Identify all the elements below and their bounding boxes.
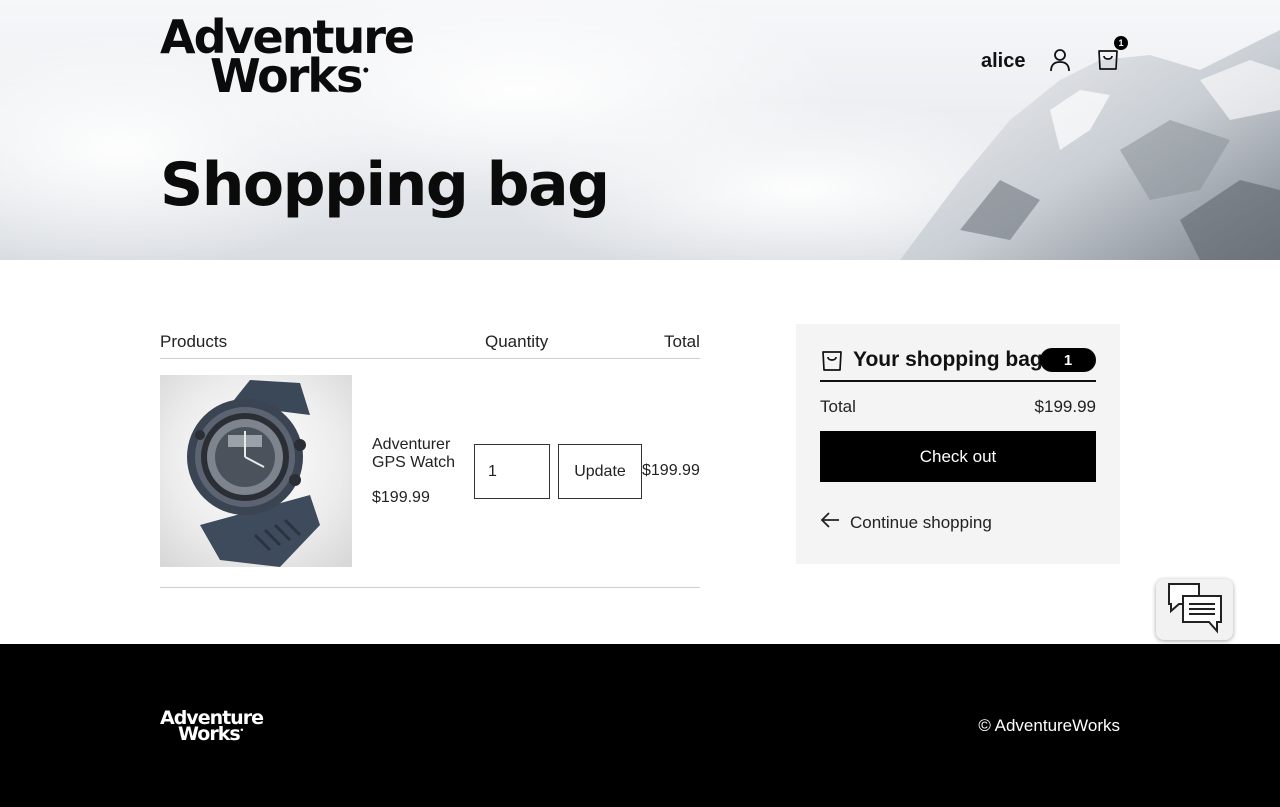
page-title: Shopping bag bbox=[160, 150, 610, 220]
product-name[interactable]: Adventurer GPS Watch bbox=[372, 436, 472, 472]
hero-banner: Adventure Works• alice 1 Shopping bag bbox=[0, 0, 1280, 260]
footer-copyright: © AdventureWorks bbox=[978, 716, 1120, 735]
column-header-products: Products bbox=[160, 332, 228, 351]
column-header-quantity: Quantity bbox=[485, 332, 549, 351]
line-total: $199.99 bbox=[642, 462, 700, 479]
table-divider-top bbox=[160, 358, 700, 359]
summary-divider bbox=[820, 380, 1096, 382]
header-username[interactable]: alice bbox=[981, 50, 1025, 73]
bag-summary-panel: Your shopping bag 1 Total $199.99 Check … bbox=[796, 324, 1120, 564]
user-account-icon[interactable] bbox=[1046, 46, 1074, 74]
continue-shopping-label: Continue shopping bbox=[850, 512, 992, 532]
table-divider-bottom bbox=[160, 587, 700, 588]
summary-total-label: Total bbox=[820, 397, 856, 416]
arrow-left-icon bbox=[820, 512, 840, 533]
checkout-button[interactable]: Check out bbox=[820, 431, 1096, 482]
chat-assistant-button[interactable] bbox=[1156, 579, 1233, 640]
update-quantity-button[interactable]: Update bbox=[558, 444, 642, 499]
brand-logo[interactable]: Adventure Works• bbox=[160, 14, 415, 98]
quantity-input[interactable] bbox=[474, 444, 550, 499]
column-header-total: Total bbox=[664, 332, 700, 351]
continue-shopping-link[interactable]: Continue shopping bbox=[820, 512, 992, 533]
footer: Adventure Works• © AdventureWorks bbox=[0, 644, 1280, 807]
chat-bubbles-icon bbox=[1165, 580, 1225, 639]
summary-count-badge: 1 bbox=[1040, 348, 1096, 372]
product-image-watch[interactable] bbox=[160, 375, 352, 567]
footer-brand-logo[interactable]: Adventure Works• bbox=[160, 708, 264, 743]
shopping-bag-icon bbox=[820, 348, 844, 377]
summary-title: Your shopping bag bbox=[853, 348, 1043, 371]
summary-total-value: $199.99 bbox=[1034, 397, 1096, 416]
cart-count-badge: 1 bbox=[1114, 36, 1128, 50]
product-price: $199.99 bbox=[372, 489, 430, 506]
